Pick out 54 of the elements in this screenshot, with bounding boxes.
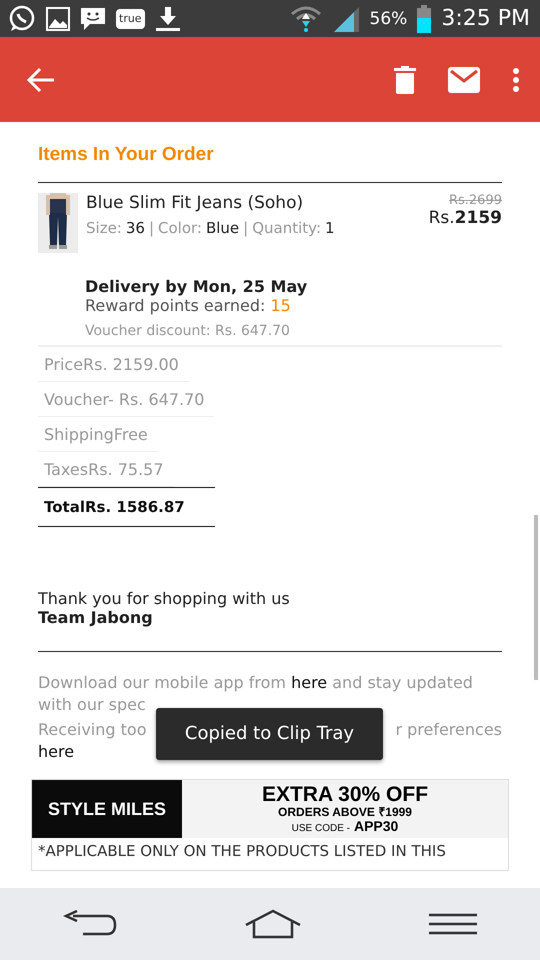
attribute-label: Quantity: <box>252 219 322 237</box>
separator: | <box>148 219 154 237</box>
preferences-note: Receiving too <box>38 719 146 741</box>
attribute-value: Blue <box>206 219 240 237</box>
wifi-icon <box>290 6 322 32</box>
delivery-date: Delivery by Mon, 25 May <box>85 277 308 296</box>
section-heading: Items In Your Order <box>38 144 215 166</box>
battery-icon <box>417 4 432 32</box>
offer-condition: ORDERS ABOVE ₹1999 <box>278 806 412 819</box>
summary-row: ShippingFree <box>38 417 158 452</box>
signal-icon <box>332 4 360 32</box>
preferences-link[interactable]: here <box>38 742 74 761</box>
voucher-note: Voucher discount: Rs. 647.70 <box>85 323 291 339</box>
summary-row: TaxesRs. 75.57 <box>38 452 174 487</box>
attribute-label: Color: <box>158 219 202 237</box>
app-link[interactable]: here <box>291 673 328 692</box>
summary-row: PriceRs. 2159.00 <box>38 347 189 382</box>
code-label: USE CODE - <box>292 824 350 834</box>
reward-label: Reward points earned: <box>85 296 266 315</box>
reward-points: 15 <box>270 296 291 315</box>
attribute-value: 36 <box>126 219 145 237</box>
image-icon <box>46 6 70 30</box>
summary-row: TotalRs. 1586.87 <box>38 487 215 527</box>
app-note: with our spec <box>38 695 146 714</box>
home-icon[interactable] <box>244 909 302 939</box>
clock: 3:25 PM <box>441 6 530 31</box>
chat-icon <box>8 4 36 32</box>
more-options-icon[interactable] <box>512 66 520 92</box>
product-name: Blue Slim Fit Jeans (Soho) <box>86 193 304 213</box>
separator: | <box>243 219 248 237</box>
signature: Team Jabong <box>38 608 154 627</box>
app-note: and stay updated <box>332 673 473 692</box>
sale-price: Rs.2159 <box>428 208 502 228</box>
download-icon <box>154 6 181 32</box>
offer-title: EXTRA 30% OFF <box>262 784 428 806</box>
brand-banner: STYLE MILES <box>32 780 182 838</box>
mail-icon[interactable] <box>448 66 480 92</box>
app-note: Download our mobile app from <box>38 673 286 692</box>
promo-code: APP30 <box>354 818 398 834</box>
original-price: Rs.2699 <box>448 193 502 208</box>
attribute-label: Size: <box>86 219 122 237</box>
thanks-text: Thank you for shopping with us <box>38 589 291 608</box>
smiley-message-icon <box>80 6 106 32</box>
back-arrow-icon[interactable] <box>26 66 56 92</box>
toast: Copied to Clip Tray <box>156 708 383 760</box>
app-badge: true <box>116 8 145 28</box>
battery-percent: 56% <box>370 8 408 28</box>
menu-icon[interactable] <box>428 912 477 936</box>
preferences-note: r preferences <box>395 719 502 741</box>
back-icon[interactable] <box>63 910 118 938</box>
trash-icon[interactable] <box>394 66 416 94</box>
summary-row: Voucher- Rs. 647.70 <box>38 382 214 417</box>
attribute-value: 1 <box>325 219 335 237</box>
fine-print: *APPLICABLE ONLY ON THE PRODUCTS LISTED IN THIS <box>37 841 447 862</box>
